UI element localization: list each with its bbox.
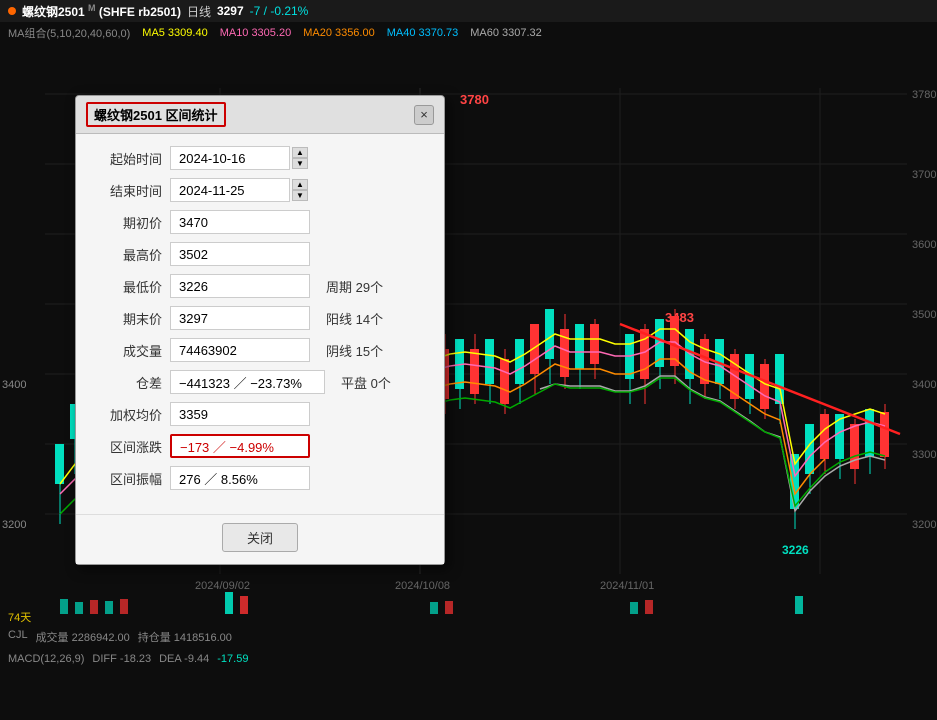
svg-text:3300: 3300 [912,449,936,461]
svg-text:3200: 3200 [912,519,936,531]
start-time-up[interactable]: ▲ [292,147,308,158]
diff-value: DIFF -18.23 [92,653,151,665]
macd-label: MACD(12,26,9) [8,653,84,665]
ping-pan-label: 平盘 0个 [341,373,391,392]
value-low-price: 3226 [170,274,310,298]
volume-value: 成交量 2286942.00 [36,629,130,645]
value-price-change: −173 ／ −4.99% [170,434,310,458]
row-volume: 成交量 74463902 阴线 15个 [92,338,428,362]
change-display: -7 / -0.21% [250,4,309,18]
ma10-label: MA10 [220,27,249,39]
start-time-down[interactable]: ▼ [292,158,308,169]
row-price-change: 区间涨跌 −173 ／ −4.99% [92,434,428,458]
label-low-price: 最低价 [92,277,162,296]
ma10-value: 3305.20 [251,27,291,39]
value-cang-cha: −441323 ／ −23.73% [170,370,325,394]
value-volume: 74463902 [170,338,310,362]
row-avg-price: 加权均价 3359 [92,402,428,426]
close-dialog-button[interactable]: 关闭 [222,523,298,552]
ma20-label: MA20 [303,27,332,39]
end-time-spinner[interactable]: ▲ ▼ [292,179,308,201]
value-open-price: 3470 [170,210,310,234]
end-time-down[interactable]: ▼ [292,190,308,201]
value-amplitude: 276 ／ 8.56% [170,466,310,490]
title-dot [8,7,16,15]
svg-text:3700: 3700 [912,169,936,181]
ma60-value: 3307.32 [502,27,542,39]
svg-text:3483: 3483 [665,310,694,325]
start-time-input[interactable] [170,146,290,170]
label-cang-cha: 仓差 [92,373,162,392]
end-time-up[interactable]: ▲ [292,179,308,190]
end-time-input-group: ▲ ▼ [170,178,308,202]
svg-text:3400: 3400 [2,379,26,391]
label-open-price: 期初价 [92,213,162,232]
label-high-price: 最高价 [92,245,162,264]
yin-xian-label: 阴线 15个 [326,341,383,360]
end-time-input[interactable] [170,178,290,202]
timeframe-label[interactable]: 日线 [187,3,211,20]
label-end-time: 结束时间 [92,181,162,200]
value-avg-price: 3359 [170,402,310,426]
svg-text:2024/10/08: 2024/10/08 [395,580,450,592]
svg-text:3600: 3600 [912,239,936,251]
start-time-spinner[interactable]: ▲ ▼ [292,147,308,169]
row-close-price: 期末价 3297 阳线 14个 [92,306,428,330]
row-end-time: 结束时间 ▲ ▼ [92,178,428,202]
label-start-time: 起始时间 [92,149,162,168]
svg-text:3780: 3780 [460,92,489,107]
row-cang-cha: 仓差 −441323 ／ −23.73% 平盘 0个 [92,370,428,394]
label-amplitude: 区间振幅 [92,469,162,488]
ma20-value: 3356.00 [335,27,375,39]
ma60-label: MA60 [470,27,499,39]
macd-value: -17.59 [217,653,248,665]
svg-text:3500: 3500 [912,309,936,321]
ma-group-label[interactable]: MA组合(5,10,20,40,60,0) [8,25,130,41]
row-amplitude: 区间振幅 276 ／ 8.56% [92,466,428,490]
ma5-value: 3309.40 [168,27,208,39]
value-high-price: 3502 [170,242,310,266]
svg-text:3400: 3400 [912,379,936,391]
close-x-button[interactable]: × [414,105,434,125]
svg-text:3780: 3780 [912,89,936,101]
symbol-title: 螺纹钢2501 M (SHFE rb2501) [22,3,181,20]
cjl-label: CJL [8,629,28,645]
row-high-price: 最高价 3502 [92,242,428,266]
dialog-footer: 关闭 [76,514,444,564]
label-price-change: 区间涨跌 [92,437,162,456]
label-close-price: 期末价 [92,309,162,328]
dialog-body: 起始时间 ▲ ▼ 结束时间 ▲ ▼ [76,134,444,514]
ma5-label: MA5 [142,27,165,39]
top-bar: 螺纹钢2501 M (SHFE rb2501) 日线 3297 -7 / -0.… [0,0,937,22]
price-display: 3297 [217,4,244,18]
dea-value: DEA -9.44 [159,653,209,665]
zhou-qi-label: 周期 29个 [326,277,383,296]
label-volume: 成交量 [92,341,162,360]
dialog-titlebar: 螺纹钢2501 区间统计 × [76,96,444,134]
svg-text:2024/11/01: 2024/11/01 [600,580,654,592]
row-open-price: 期初价 3470 [92,210,428,234]
yang-xian-label: 阳线 14个 [326,309,383,328]
svg-text:3200: 3200 [2,519,26,531]
label-avg-price: 加权均价 [92,405,162,424]
hold-value: 持仓量 1418516.00 [138,629,232,645]
svg-text:3226: 3226 [782,543,809,557]
ma40-label: MA40 [387,27,416,39]
row-low-price: 最低价 3226 周期 29个 [92,274,428,298]
dialog-title: 螺纹钢2501 区间统计 [86,102,226,127]
ma40-value: 3370.73 [418,27,458,39]
days-count-label: 74天 [8,609,31,625]
row-start-time: 起始时间 ▲ ▼ [92,146,428,170]
start-time-input-group: ▲ ▼ [170,146,308,170]
svg-text:2024/09/02: 2024/09/02 [195,580,250,592]
stats-dialog: 螺纹钢2501 区间统计 × 起始时间 ▲ ▼ 结束时间 ▲ ▼ [75,95,445,565]
ma-bar: MA组合(5,10,20,40,60,0) MA5 3309.40 MA10 3… [0,22,937,44]
value-close-price: 3297 [170,306,310,330]
